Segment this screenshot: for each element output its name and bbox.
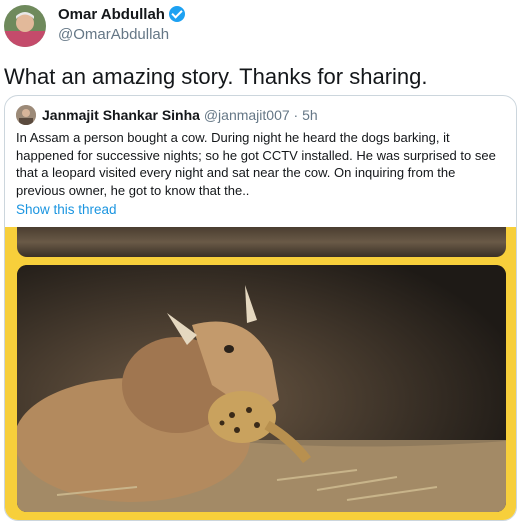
quoted-tweet[interactable]: Janmajit Shankar Sinha @janmajit007 · 5h… xyxy=(4,95,517,521)
quoted-author-name[interactable]: Janmajit Shankar Sinha xyxy=(42,107,200,123)
quoted-photo[interactable] xyxy=(5,227,516,520)
quoted-author-row: Janmajit Shankar Sinha @janmajit007 · 5h xyxy=(42,107,318,123)
quoted-text: In Assam a person bought a cow. During n… xyxy=(16,130,496,198)
author-handle[interactable]: @OmarAbdullah xyxy=(58,26,169,43)
show-thread-link[interactable]: Show this thread xyxy=(16,202,117,217)
photo-top-frame xyxy=(17,227,506,257)
time-separator: · xyxy=(289,107,303,123)
quoted-author-avatar[interactable] xyxy=(16,105,36,125)
tweet-card[interactable]: Omar Abdullah @OmarAbdullah What an amaz… xyxy=(0,0,524,521)
quoted-time[interactable]: 5h xyxy=(302,107,318,123)
author-name-row[interactable]: Omar Abdullah xyxy=(58,6,185,23)
quoted-author-handle[interactable]: @janmajit007 xyxy=(204,107,290,123)
tweet-text: What an amazing story. Thanks for sharin… xyxy=(4,64,428,89)
verified-badge-icon xyxy=(168,6,185,22)
cow-leopard-photo xyxy=(17,265,506,512)
author-avatar[interactable] xyxy=(4,5,46,47)
author-name[interactable]: Omar Abdullah xyxy=(58,6,165,23)
